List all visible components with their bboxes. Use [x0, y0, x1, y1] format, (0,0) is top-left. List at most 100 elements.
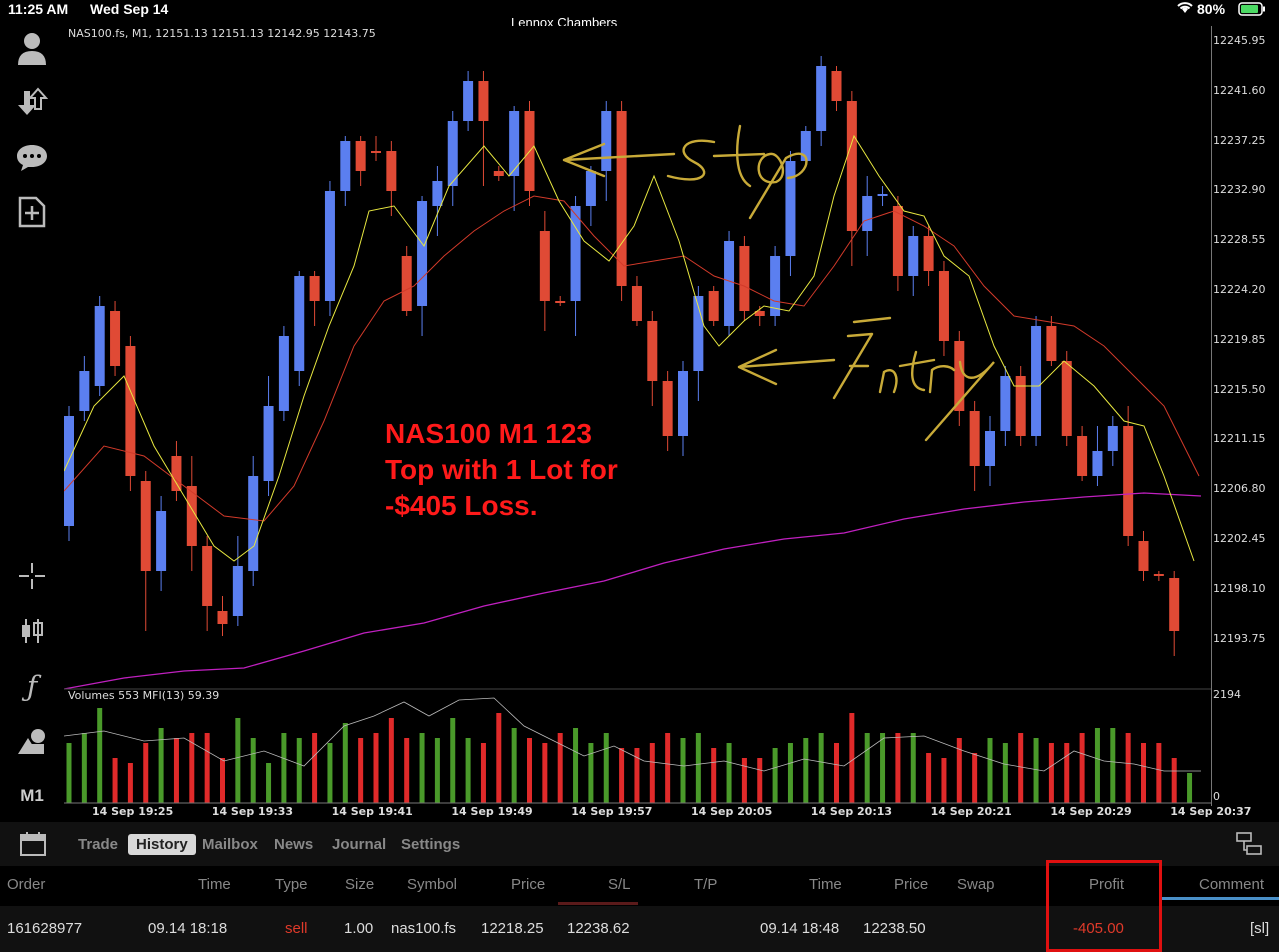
col-sl[interactable]: S/L — [608, 876, 631, 893]
crosshair-icon[interactable] — [14, 558, 50, 594]
volume-bar — [1156, 743, 1162, 803]
candle-body — [309, 276, 320, 301]
volume-bar — [619, 748, 625, 803]
candle-body — [463, 81, 474, 121]
volume-bar — [419, 733, 425, 803]
volume-bar — [711, 748, 717, 803]
candle-body — [846, 101, 857, 231]
x-axis-label: 14 Sep 20:29 — [1050, 805, 1132, 818]
volume-bar — [527, 738, 532, 803]
candle-body — [417, 201, 428, 306]
y-axis-label: 12211.15 — [1213, 432, 1266, 446]
y-axis-label: 12232.90 — [1213, 183, 1266, 197]
cell-size: 1.00 — [344, 920, 374, 937]
candle-body — [539, 231, 550, 301]
candle-body — [478, 81, 489, 121]
candle-body — [739, 246, 750, 311]
cell-comment: [sl] — [1250, 920, 1270, 937]
price-chart[interactable] — [64, 26, 1211, 806]
sl-column-marker — [558, 902, 638, 905]
cell-order: 161628977 — [7, 920, 83, 937]
volume-bar — [1002, 743, 1008, 803]
indicators-icon[interactable]: ƒ — [14, 668, 50, 704]
col-close-time[interactable]: Time — [809, 876, 842, 893]
y-axis-label: 12202.45 — [1213, 532, 1266, 545]
tab-mailbox[interactable]: Mailbox — [194, 834, 266, 855]
volume-bar — [1094, 728, 1100, 803]
tab-trade[interactable]: Trade — [70, 834, 126, 855]
col-close-price[interactable]: Price — [894, 876, 928, 893]
candle-body — [94, 306, 105, 386]
profit-highlight-box — [1046, 860, 1162, 952]
y-axis-label: 12224.20 — [1213, 283, 1266, 296]
col-tp[interactable]: T/P — [694, 876, 717, 893]
volume-bar — [480, 743, 486, 803]
candle-body — [432, 181, 443, 206]
candle-body — [938, 271, 949, 341]
candlestick-icon[interactable] — [14, 613, 50, 649]
x-axis-label: 14 Sep 20:21 — [930, 805, 1012, 818]
candle-body — [140, 481, 151, 571]
volume-bar — [910, 733, 916, 803]
tab-history[interactable]: History — [128, 834, 196, 855]
volume-bar — [1125, 733, 1131, 803]
account-icon[interactable] — [14, 30, 50, 66]
x-axis-label: 14 Sep 20:13 — [810, 805, 893, 818]
y-axis-label: 12245.95 — [1213, 34, 1266, 47]
col-comment[interactable]: Comment — [1199, 876, 1264, 893]
col-type[interactable]: Type — [275, 876, 308, 893]
volume-bar — [358, 738, 364, 803]
candle-body — [125, 346, 136, 476]
cell-sl: 12238.62 — [567, 920, 630, 937]
candle-body — [724, 241, 735, 326]
candle-body — [324, 191, 335, 301]
volume-bar — [573, 728, 579, 803]
col-open-price[interactable]: Price — [511, 876, 545, 893]
cell-close-price: 12238.50 — [863, 920, 926, 937]
volume-bar — [588, 743, 594, 803]
candle-body — [1138, 541, 1149, 571]
candle-body — [156, 511, 167, 571]
candle-body — [248, 476, 259, 571]
y-axis-label: 12198.10 — [1213, 581, 1266, 595]
candle-body — [171, 456, 182, 491]
volume-bar — [312, 733, 318, 803]
sort-indicator — [1160, 897, 1279, 900]
volume-bar — [112, 758, 118, 803]
wifi-icon — [1176, 0, 1194, 17]
volume-bar — [143, 743, 149, 803]
col-open-time[interactable]: Time — [198, 876, 231, 893]
col-symbol[interactable]: Symbol — [407, 876, 457, 893]
candle-body — [862, 196, 873, 231]
col-order[interactable]: Order — [7, 876, 45, 893]
volume-bar — [941, 758, 947, 803]
battery-percent: 80% — [1197, 1, 1226, 17]
candle-body — [585, 171, 596, 206]
objects-icon[interactable] — [14, 723, 50, 759]
tab-settings[interactable]: Settings — [393, 834, 468, 855]
candle-body — [371, 151, 381, 153]
candle-body — [678, 371, 688, 436]
candle-body — [355, 141, 366, 171]
layout-icon[interactable] — [1236, 832, 1262, 861]
timeframe-button[interactable]: M1 — [14, 778, 50, 814]
tab-journal[interactable]: Journal — [324, 834, 394, 855]
volume-bar — [1033, 738, 1039, 803]
volume-bar — [542, 743, 548, 803]
tab-news[interactable]: News — [266, 834, 321, 855]
volume-bar — [127, 763, 133, 803]
volume-bar — [1110, 728, 1116, 803]
col-swap[interactable]: Swap — [957, 876, 995, 893]
volume-bar — [757, 758, 763, 803]
col-size[interactable]: Size — [345, 876, 374, 893]
x-axis-label: 14 Sep 19:49 — [451, 805, 533, 818]
chat-icon[interactable] — [14, 140, 50, 176]
volume-bar — [603, 733, 609, 803]
volume-bar — [281, 733, 287, 803]
candle-body — [647, 321, 658, 381]
volume-bar — [434, 738, 440, 803]
volume-bar — [1079, 733, 1085, 803]
trade-arrows-icon[interactable] — [14, 84, 50, 120]
calendar-icon[interactable] — [20, 832, 46, 861]
new-order-icon[interactable] — [14, 194, 50, 230]
